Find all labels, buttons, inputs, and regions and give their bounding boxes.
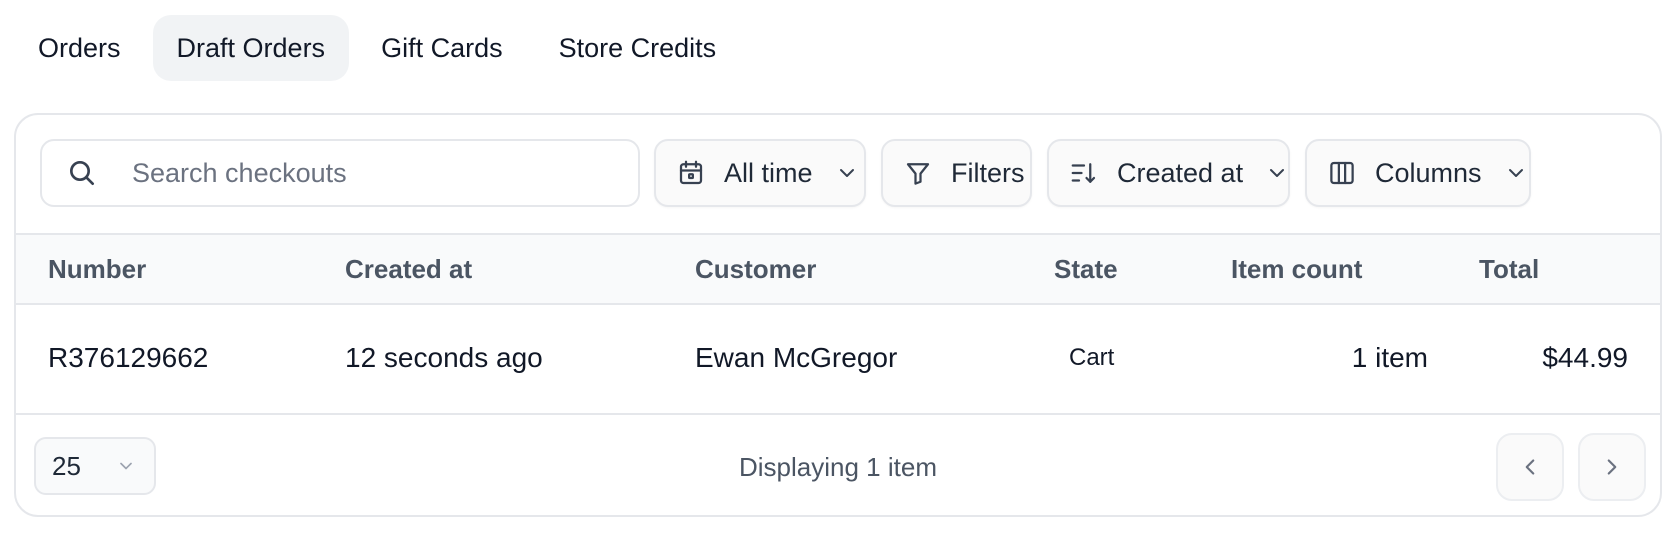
table-toolbar: All time Filters Created at Column: [16, 115, 1660, 233]
table-footer: 25 Displaying 1 item: [16, 415, 1660, 515]
tab-gift-cards[interactable]: Gift Cards: [357, 15, 527, 81]
draft-orders-table-card: All time Filters Created at Column: [14, 113, 1662, 517]
sort-button[interactable]: Created at: [1047, 139, 1290, 207]
search-box[interactable]: [40, 139, 640, 207]
column-header-item-count[interactable]: Item count: [1231, 235, 1362, 303]
chevron-down-icon: [1265, 161, 1289, 185]
search-icon: [70, 161, 94, 185]
order-item-count: 1 item: [1351, 342, 1428, 373]
previous-page-button[interactable]: [1496, 433, 1564, 501]
table-row[interactable]: R376129662 12 seconds ago Ewan McGregor …: [16, 305, 1660, 415]
filter-icon: [903, 158, 933, 188]
column-header-state[interactable]: State: [1054, 235, 1118, 303]
date-range-label: All time: [724, 157, 813, 188]
tab-orders[interactable]: Orders: [14, 15, 145, 81]
chevron-down-icon: [835, 161, 859, 185]
order-total: $44.99: [1542, 342, 1628, 373]
calendar-icon: [676, 158, 706, 188]
tab-draft-orders[interactable]: Draft Orders: [152, 15, 350, 81]
pagination-summary: Displaying 1 item: [739, 452, 937, 482]
columns-label: Columns: [1375, 157, 1482, 188]
sort-descending-icon: [1069, 158, 1099, 188]
filters-label: Filters: [951, 157, 1025, 188]
sort-label: Created at: [1117, 157, 1244, 188]
chevron-right-icon: [1607, 459, 1617, 475]
column-header-customer[interactable]: Customer: [695, 235, 816, 303]
columns-button[interactable]: Columns: [1305, 139, 1531, 207]
tab-bar: Orders Draft Orders Gift Cards Store Cre…: [14, 15, 740, 81]
per-page-value: 25: [52, 450, 81, 481]
order-created-at: 12 seconds ago: [345, 342, 543, 373]
next-page-button[interactable]: [1578, 433, 1646, 501]
order-state-badge: Cart: [1069, 344, 1115, 371]
columns-icon: [1327, 158, 1357, 188]
date-range-button[interactable]: All time: [654, 139, 866, 207]
chevron-left-icon: [1525, 459, 1535, 475]
search-input[interactable]: [132, 157, 612, 189]
chevron-down-icon: [1504, 161, 1528, 185]
per-page-select[interactable]: 25: [34, 437, 156, 495]
filters-button[interactable]: Filters: [881, 139, 1032, 207]
order-customer: Ewan McGregor: [695, 342, 898, 373]
chevron-down-icon: [120, 462, 132, 470]
tab-store-credits[interactable]: Store Credits: [535, 15, 741, 81]
order-number: R376129662: [48, 342, 209, 373]
column-header-total[interactable]: Total: [1479, 235, 1539, 303]
table-header: Number Created at Customer State Item co…: [16, 233, 1660, 305]
column-header-created-at[interactable]: Created at: [345, 235, 472, 303]
column-header-number[interactable]: Number: [48, 235, 146, 303]
